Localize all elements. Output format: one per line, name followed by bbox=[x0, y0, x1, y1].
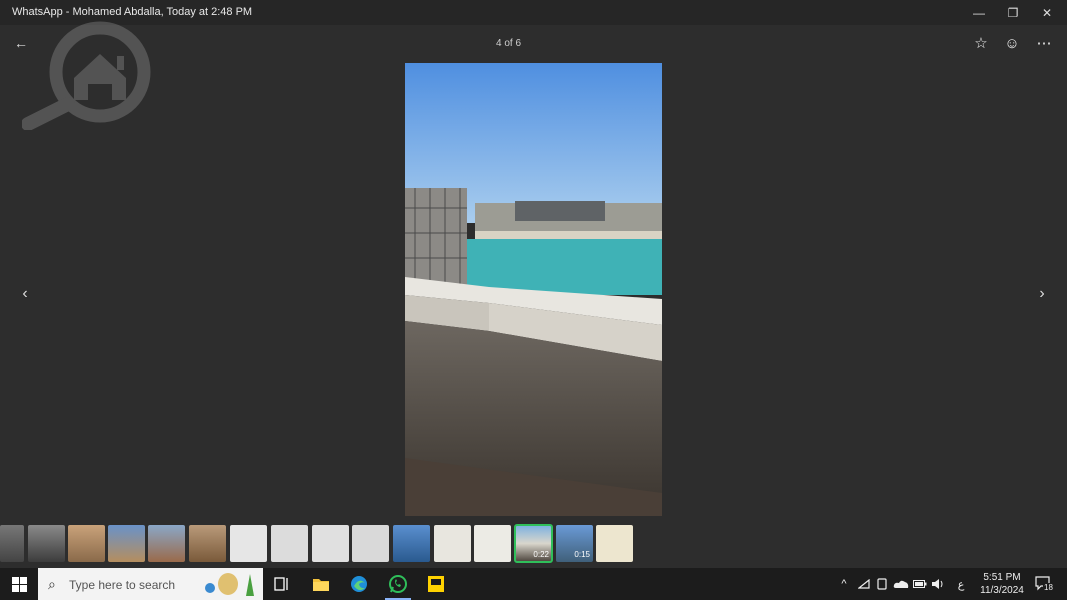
media-photo bbox=[405, 63, 662, 516]
thumbnail-strip: 0:22 0:15 bbox=[0, 524, 640, 563]
folder-icon bbox=[313, 578, 329, 591]
search-icon: ⌕ bbox=[48, 576, 56, 592]
volume-icon[interactable] bbox=[929, 568, 947, 600]
taskbar-search-box[interactable]: ⌕ Type here to search bbox=[38, 568, 263, 600]
thumbnail[interactable]: 0:15 bbox=[556, 525, 593, 562]
chevron-right-icon: › bbox=[1039, 285, 1045, 302]
thumbnail[interactable] bbox=[474, 525, 511, 562]
notification-count-badge: 18 bbox=[1043, 583, 1054, 592]
more-options-button[interactable]: ⋯ bbox=[1034, 35, 1054, 55]
next-button[interactable]: › bbox=[1032, 284, 1052, 304]
react-button[interactable]: ☺ bbox=[1002, 35, 1022, 55]
star-button[interactable]: ☆ bbox=[971, 35, 991, 55]
show-hidden-icons-button[interactable]: ^ bbox=[836, 568, 852, 600]
clock-time: 5:51 PM bbox=[983, 572, 1021, 583]
restore-button[interactable]: ❐ bbox=[997, 0, 1029, 25]
whatsapp-button[interactable] bbox=[379, 568, 417, 600]
clock[interactable]: 5:51 PM 11/3/2024 bbox=[974, 571, 1030, 597]
minimize-button[interactable]: — bbox=[963, 0, 995, 25]
thumbnail[interactable] bbox=[352, 525, 389, 562]
thumbnail[interactable] bbox=[148, 525, 185, 562]
chevron-left-icon: ‹ bbox=[22, 285, 28, 302]
input-language-indicator[interactable]: ع bbox=[953, 568, 969, 600]
sticky-note-icon bbox=[428, 576, 444, 592]
thumbnail[interactable] bbox=[68, 525, 105, 562]
windows-logo-icon bbox=[11, 576, 27, 592]
battery-icon[interactable] bbox=[911, 568, 929, 600]
edge-icon bbox=[351, 576, 367, 592]
thumbnail[interactable] bbox=[28, 525, 65, 562]
previous-button[interactable]: ‹ bbox=[15, 284, 35, 304]
thumbnail[interactable] bbox=[0, 525, 24, 562]
window-title: WhatsApp - Mohamed Abdalla, Today at 2:4… bbox=[12, 6, 253, 18]
thumbnail[interactable] bbox=[230, 525, 267, 562]
photo-viewer-window: WhatsApp - Mohamed Abdalla, Today at 2:4… bbox=[0, 0, 1067, 568]
onedrive-icon[interactable] bbox=[891, 568, 911, 600]
thumbnail[interactable] bbox=[271, 525, 308, 562]
task-view-icon bbox=[274, 577, 288, 591]
thumbnail-active[interactable]: 0:22 bbox=[514, 524, 553, 563]
clock-date: 11/3/2024 bbox=[980, 585, 1024, 596]
thumbnail[interactable] bbox=[596, 525, 633, 562]
thumbnail[interactable] bbox=[393, 525, 430, 562]
thumbnail[interactable] bbox=[434, 525, 471, 562]
start-button[interactable] bbox=[0, 568, 38, 600]
sticky-notes-button[interactable] bbox=[417, 568, 455, 600]
thumbnail[interactable] bbox=[189, 525, 226, 562]
notification-center-button[interactable]: 18 bbox=[1032, 568, 1056, 600]
thumbnail[interactable] bbox=[312, 525, 349, 562]
taskbar: ⌕ Type here to search ^ ع 5:51 PM 11/3/2… bbox=[0, 568, 1067, 600]
whatsapp-icon bbox=[389, 575, 407, 593]
search-placeholder: Type here to search bbox=[69, 578, 176, 592]
file-explorer-button[interactable] bbox=[302, 568, 340, 600]
edge-button[interactable] bbox=[340, 568, 378, 600]
magnifier-house-icon bbox=[22, 21, 151, 130]
thumbnail[interactable] bbox=[108, 525, 145, 562]
close-button[interactable]: ✕ bbox=[1031, 0, 1063, 25]
task-view-button[interactable] bbox=[263, 568, 301, 600]
device-icon[interactable] bbox=[873, 568, 891, 600]
search-highlight-icon bbox=[205, 573, 254, 596]
network-icon[interactable] bbox=[855, 568, 873, 600]
